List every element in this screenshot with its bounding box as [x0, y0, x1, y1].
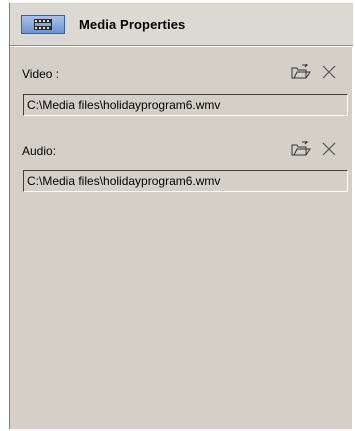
audio-remove-button[interactable] — [318, 139, 340, 159]
close-icon — [322, 65, 336, 79]
open-folder-icon — [291, 64, 311, 79]
video-label: Video : — [22, 67, 60, 81]
open-folder-icon — [291, 141, 311, 156]
panel-header: Media Properties — [10, 3, 353, 45]
video-path-field[interactable]: C:\Media files\holidayprogram6.wmv — [23, 94, 348, 116]
video-browse-button[interactable] — [290, 62, 312, 82]
film-strip-icon — [21, 15, 65, 34]
close-icon — [322, 142, 336, 156]
panel-title: Media Properties — [79, 17, 186, 32]
media-properties-panel: Media Properties Video : C:\Media files\… — [9, 3, 353, 429]
video-remove-button[interactable] — [318, 62, 340, 82]
audio-browse-button[interactable] — [290, 139, 312, 159]
audio-path-field[interactable]: C:\Media files\holidayprogram6.wmv — [23, 170, 348, 192]
header-divider — [10, 45, 353, 47]
audio-label: Audio: — [22, 144, 57, 158]
